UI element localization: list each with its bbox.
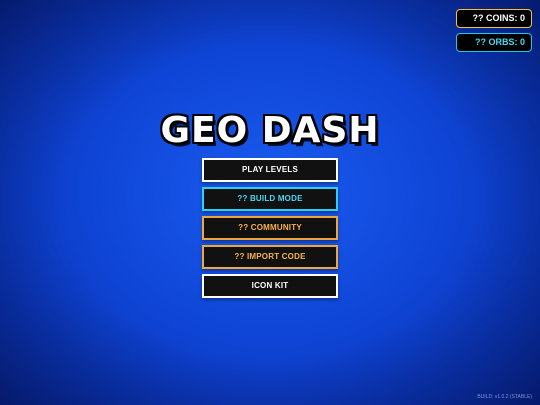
coins-counter: ?? COINS: 0 [456, 9, 532, 28]
game-title: GEO DASH [160, 110, 380, 151]
icon-kit-button[interactable]: ICON KIT [202, 274, 338, 298]
orbs-counter: ?? ORBS: 0 [456, 33, 532, 52]
play-levels-button[interactable]: PLAY LEVELS [202, 158, 338, 182]
build-mode-button[interactable]: ?? BUILD MODE [202, 187, 338, 211]
build-version-label: BUILD: v1.0.2 (STABLE) [477, 394, 532, 400]
community-button[interactable]: ?? COMMUNITY [202, 216, 338, 240]
import-code-button[interactable]: ?? IMPORT CODE [202, 245, 338, 269]
